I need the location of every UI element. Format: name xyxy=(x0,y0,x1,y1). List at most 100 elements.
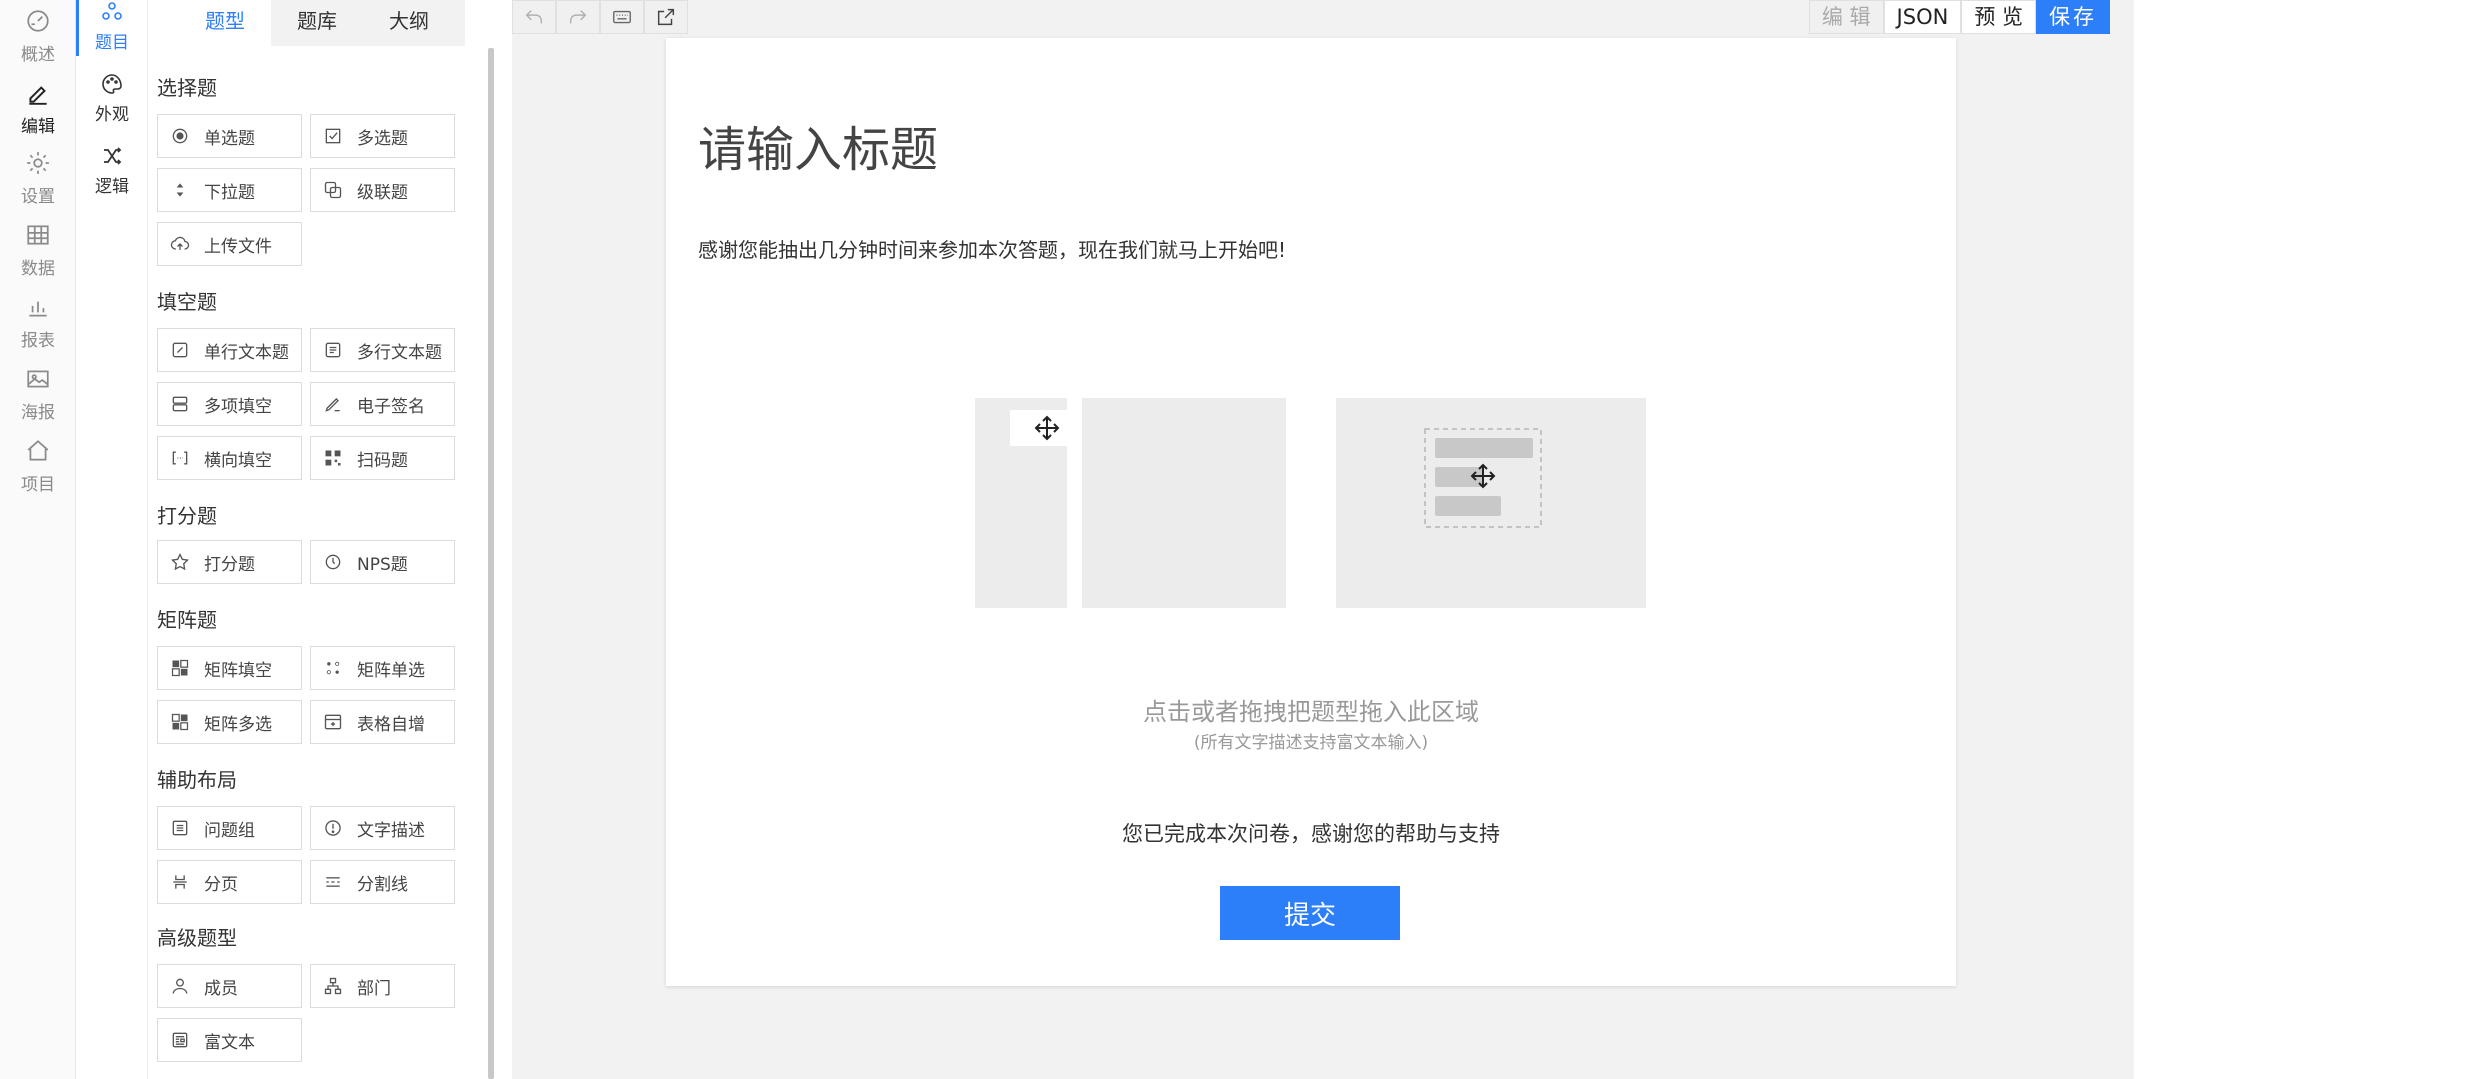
panel-tabs: 题型 题库 大纲 xyxy=(179,0,465,46)
add-signature-button[interactable]: 电子签名 xyxy=(310,382,455,426)
bar-chart-icon xyxy=(29,301,47,317)
matrix-radio-icon xyxy=(326,661,340,675)
edit-button[interactable]: 编 辑 xyxy=(1808,0,1884,34)
redo-icon xyxy=(569,10,587,24)
add-divider-button[interactable]: 分割线 xyxy=(310,860,455,904)
button-label: 多行文本题 xyxy=(357,342,442,363)
nav-item-label: 报表 xyxy=(21,331,55,351)
undo-button[interactable] xyxy=(512,0,556,34)
matrix-check-icon xyxy=(171,713,189,731)
add-scan-code-button[interactable]: 扫码题 xyxy=(310,436,455,480)
tab-question-bank[interactable]: 题库 xyxy=(271,0,363,46)
add-matrix-check-button[interactable]: 矩阵多选 xyxy=(157,700,302,744)
signature-icon xyxy=(325,398,340,412)
add-member-button[interactable]: 成员 xyxy=(157,964,302,1008)
checkbox-icon xyxy=(325,128,341,144)
org-icon xyxy=(324,977,342,995)
table-add-icon xyxy=(324,714,342,730)
secondary-nav: 题目 外观 逻辑 xyxy=(76,0,148,1079)
nav-item-edit[interactable]: 编辑 xyxy=(0,80,76,150)
button-label: 下拉题 xyxy=(204,182,255,203)
add-multi-line-text-button[interactable]: 多行文本题 xyxy=(310,328,455,372)
add-multi-choice-button[interactable]: 多选题 xyxy=(310,114,455,158)
button-label: 上传文件 xyxy=(204,236,272,257)
redo-button[interactable] xyxy=(556,0,600,34)
drop-zone-illustration[interactable] xyxy=(666,38,1956,638)
star-icon xyxy=(171,552,189,571)
nav2-item-appearance[interactable]: 外观 xyxy=(76,72,148,142)
add-matrix-fill-button[interactable]: 矩阵填空 xyxy=(157,646,302,690)
palette-icon xyxy=(102,74,122,94)
add-rating-button[interactable]: 打分题 xyxy=(157,540,302,584)
save-button[interactable]: 保存 xyxy=(2036,0,2110,34)
export-button[interactable] xyxy=(644,0,688,34)
add-multi-fill-button[interactable]: 多项填空 xyxy=(157,382,302,426)
nav-item-label: 项目 xyxy=(21,475,55,495)
add-dropdown-button[interactable]: 下拉题 xyxy=(157,168,302,212)
category-title-rating: 打分题 xyxy=(157,504,217,528)
button-label: 打分题 xyxy=(204,554,255,575)
button-label: 矩阵填空 xyxy=(204,660,272,681)
nav2-item-label: 外观 xyxy=(95,105,129,125)
nav-item-label: 概述 xyxy=(21,45,55,65)
edit-box-icon xyxy=(172,342,188,358)
nav-item-settings[interactable]: 设置 xyxy=(0,150,76,220)
tab-question-types[interactable]: 题型 xyxy=(179,0,271,46)
button-label: 多项填空 xyxy=(204,396,272,417)
nav2-item-logic[interactable]: 逻辑 xyxy=(76,144,148,214)
table-icon xyxy=(27,225,49,245)
nav-item-data[interactable]: 数据 xyxy=(0,222,76,292)
bracket-icon xyxy=(172,451,188,465)
editor-canvas: 编 辑 JSON 预 览 保存 请输入标题 感谢您能抽出几分钟时间来参加本次答题… xyxy=(512,0,2134,1079)
add-single-choice-button[interactable]: 单选题 xyxy=(157,114,302,158)
submit-button[interactable]: 提交 xyxy=(1220,886,1400,940)
add-upload-file-button[interactable]: 上传文件 xyxy=(157,222,302,266)
keyboard-button[interactable] xyxy=(600,0,644,34)
completion-message[interactable]: 您已完成本次问卷，感谢您的帮助与支持 xyxy=(666,818,1956,848)
nav-item-project[interactable]: 项目 xyxy=(0,438,76,508)
primary-nav: 概述 编辑 设置 数据 报表 海报 项目 xyxy=(0,0,76,1079)
grid-circles-icon xyxy=(102,2,122,20)
editor-actions: 编 辑 JSON 预 览 保存 xyxy=(1808,0,2110,34)
add-single-line-text-button[interactable]: 单行文本题 xyxy=(157,328,302,372)
button-label: 矩阵单选 xyxy=(357,660,425,681)
qrcode-icon xyxy=(325,450,341,466)
preview-button[interactable]: 预 览 xyxy=(1961,0,2036,34)
pen-icon xyxy=(29,86,47,105)
button-label: 单选题 xyxy=(204,128,255,149)
nav-item-poster[interactable]: 海报 xyxy=(0,366,76,436)
home-icon xyxy=(27,440,49,461)
nav2-item-label: 逻辑 xyxy=(95,177,129,197)
dropdown-icon xyxy=(176,183,184,197)
add-cascade-button[interactable]: 级联题 xyxy=(310,168,455,212)
gear-icon xyxy=(27,152,49,174)
user-icon xyxy=(172,978,188,994)
nav-item-overview[interactable]: 概述 xyxy=(0,8,76,78)
panel-scrollbar[interactable] xyxy=(488,48,494,1079)
add-table-autogrow-button[interactable]: 表格自增 xyxy=(310,700,455,744)
add-matrix-radio-button[interactable]: 矩阵单选 xyxy=(310,646,455,690)
tab-outline[interactable]: 大纲 xyxy=(363,0,455,46)
button-label: 电子签名 xyxy=(357,396,425,417)
multiline-icon xyxy=(325,342,341,358)
radio-icon xyxy=(172,128,188,144)
nav-item-label: 海报 xyxy=(21,403,55,423)
add-department-button[interactable]: 部门 xyxy=(310,964,455,1008)
add-horizontal-fill-button[interactable]: 横向填空 xyxy=(157,436,302,480)
add-page-break-button[interactable]: 分页 xyxy=(157,860,302,904)
button-label: 分割线 xyxy=(357,874,408,895)
button-label: 成员 xyxy=(204,978,238,999)
category-title-choice: 选择题 xyxy=(157,76,217,100)
category-title-fill: 填空题 xyxy=(157,290,217,314)
divider-icon xyxy=(326,877,340,887)
add-text-description-button[interactable]: 文字描述 xyxy=(310,806,455,850)
nav-item-report[interactable]: 报表 xyxy=(0,294,76,364)
button-label: 富文本 xyxy=(204,1032,255,1053)
add-rich-text-button[interactable]: 富文本 xyxy=(157,1018,302,1062)
add-nps-button[interactable]: NPS题 xyxy=(310,540,455,584)
add-question-group-button[interactable]: 问题组 xyxy=(157,806,302,850)
nav2-item-questions[interactable]: 题目 xyxy=(76,0,148,70)
button-label: 分页 xyxy=(204,874,238,895)
json-button[interactable]: JSON xyxy=(1883,0,1962,34)
button-label: 问题组 xyxy=(204,820,255,841)
